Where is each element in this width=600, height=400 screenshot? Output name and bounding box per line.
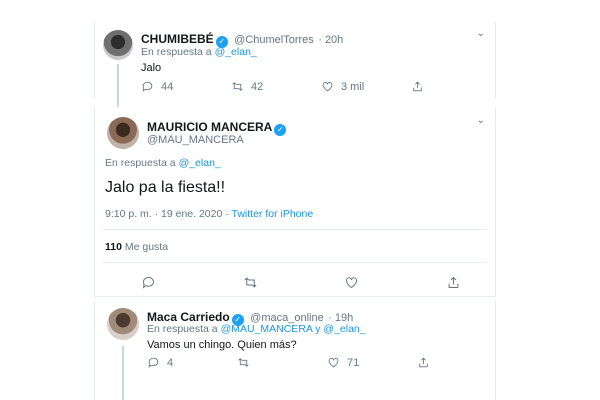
thread-line — [122, 346, 124, 400]
like-count: 71 — [347, 356, 360, 369]
like-button[interactable]: 71 — [327, 356, 417, 369]
likes-summary[interactable]: 110 Me gusta — [105, 241, 168, 253]
reply-context: En respuesta a @_elan_ — [105, 157, 221, 169]
author-name[interactable]: MAURICIO MANCERA — [147, 120, 272, 134]
reply-icon — [148, 357, 159, 368]
reply-user-link[interactable]: @_elan_ — [323, 323, 365, 335]
like-button[interactable]: 3 mil — [321, 80, 411, 93]
share-button[interactable] — [417, 356, 430, 369]
tweet-source-link[interactable]: Twitter for iPhone — [231, 208, 313, 220]
tweet-text: Jalo — [141, 62, 162, 74]
reply-context: En respuesta a @_elan_ — [141, 46, 257, 58]
reply-and: y — [315, 323, 321, 335]
retweet-button[interactable]: 42 — [231, 80, 321, 93]
author-name[interactable]: Maca Carriedo — [147, 310, 230, 324]
reply-prefix: En respuesta a — [105, 157, 176, 169]
share-button[interactable] — [446, 275, 461, 290]
reply-user-link[interactable]: @_elan_ — [179, 157, 221, 169]
tweet-mauricio[interactable]: MAURICIO MANCERA ✓ @MAU_MANCERA ⌄ En resp… — [94, 107, 496, 297]
reply-prefix: En respuesta a — [147, 323, 218, 335]
tweet-maca[interactable]: Maca Carriedo ✓ @maca_online · 19h En res… — [94, 300, 496, 400]
reply-icon — [142, 277, 154, 289]
tweet-meta: 9:10 p. m. · 19 ene. 2020 · Twitter for … — [105, 208, 313, 220]
heart-icon — [322, 82, 333, 92]
retweet-button[interactable] — [243, 275, 258, 290]
chevron-down-icon[interactable]: ⌄ — [477, 28, 485, 39]
reply-button[interactable]: 4 — [147, 356, 237, 369]
reply-user-link[interactable]: @MAU_MANCERA — [221, 323, 313, 335]
verified-icon: ✓ — [274, 124, 287, 136]
tweet-actions: 4 71 — [147, 356, 430, 369]
tweet-chumel[interactable]: CHUMIBEBÉ ✓ @ChumelTorres · 20h ⌄ En resp… — [94, 22, 496, 122]
retweet-icon — [238, 358, 249, 367]
avatar[interactable] — [107, 117, 139, 149]
retweet-button[interactable] — [237, 356, 327, 369]
tweet-actions: 44 42 3 mil — [141, 80, 424, 93]
avatar[interactable] — [107, 308, 139, 340]
share-icon — [448, 276, 459, 288]
likes-label: Me gusta — [124, 241, 169, 253]
heart-icon — [346, 277, 358, 289]
like-button[interactable] — [344, 275, 359, 290]
reply-count: 44 — [161, 80, 174, 93]
author-handle[interactable]: @MAU_MANCERA — [147, 134, 244, 146]
tweet-time[interactable]: · 20h — [318, 34, 343, 46]
reply-context: En respuesta a @MAU_MANCERA y @_elan_ — [147, 323, 366, 335]
retweet-icon — [232, 82, 243, 91]
reply-button[interactable] — [141, 275, 156, 290]
retweet-count: 42 — [251, 80, 264, 93]
author-name[interactable]: CHUMIBEBÉ — [141, 32, 214, 46]
tweet-timestamp[interactable]: 9:10 p. m. · 19 ene. 2020 · — [105, 208, 229, 220]
avatar[interactable] — [103, 30, 133, 60]
tweet-actions — [141, 275, 461, 290]
reply-icon — [142, 81, 153, 92]
chevron-down-icon[interactable]: ⌄ — [477, 115, 485, 126]
reply-user-link[interactable]: @_elan_ — [215, 46, 257, 58]
likes-count: 110 — [105, 241, 122, 253]
like-count: 3 mil — [341, 80, 365, 93]
share-icon — [419, 357, 428, 368]
share-icon — [413, 81, 422, 92]
divider — [103, 229, 487, 230]
reply-count: 4 — [167, 356, 174, 369]
author-handle[interactable]: @ChumelTorres — [234, 34, 314, 46]
heart-icon — [328, 358, 339, 368]
tweet-text: Vamos un chingo. Quien más? — [147, 339, 297, 351]
reply-button[interactable]: 44 — [141, 80, 231, 93]
divider — [103, 262, 487, 263]
retweet-icon — [244, 277, 257, 288]
reply-prefix: En respuesta a — [141, 46, 212, 58]
share-button[interactable] — [411, 80, 424, 93]
tweet-text: Jalo pa la fiesta!! — [105, 179, 226, 196]
